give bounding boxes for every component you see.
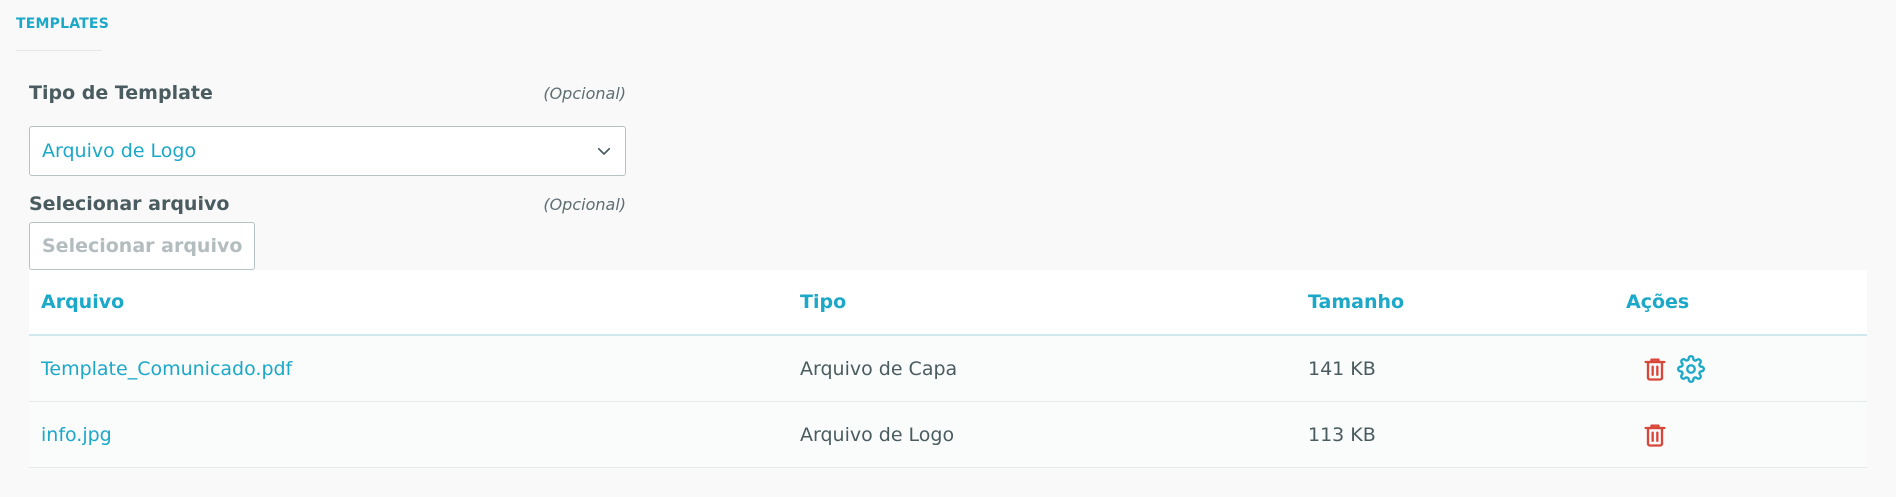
column-header-type[interactable]: Tipo (800, 291, 1308, 313)
table-header-row: Arquivo Tipo Tamanho Ações (29, 270, 1867, 336)
select-file-button[interactable]: Selecionar arquivo (29, 222, 256, 270)
file-select-optional: (Opcional) (543, 194, 626, 214)
row-actions (1626, 354, 1867, 384)
table-row: Template_Comunicado.pdf Arquivo de Capa … (29, 336, 1867, 402)
column-header-size[interactable]: Tamanho (1308, 291, 1626, 313)
templates-table: Arquivo Tipo Tamanho Ações Template_Comu… (29, 270, 1867, 468)
file-link[interactable]: Template_Comunicado.pdf (41, 358, 292, 380)
file-type: Arquivo de Logo (800, 423, 955, 446)
template-type-selected-value: Arquivo de Logo (42, 140, 197, 162)
table-row: info.jpg Arquivo de Logo 113 KB (29, 402, 1867, 468)
gear-icon[interactable] (1676, 354, 1706, 384)
column-header-file[interactable]: Arquivo (29, 291, 800, 313)
template-type-optional: (Opcional) (543, 83, 626, 103)
chevron-down-icon (597, 147, 611, 155)
template-type-field: Tipo de Template (Opcional) Arquivo de L… (29, 79, 626, 176)
file-size: 113 KB (1308, 423, 1376, 446)
row-actions (1626, 420, 1867, 450)
trash-icon[interactable] (1640, 420, 1670, 450)
file-link[interactable]: info.jpg (41, 424, 112, 446)
file-size: 141 KB (1308, 357, 1376, 380)
column-header-actions: Ações (1626, 291, 1690, 313)
template-type-select[interactable]: Arquivo de Logo (29, 126, 626, 176)
tab-templates[interactable]: TEMPLATES (16, 16, 109, 51)
file-type: Arquivo de Capa (800, 357, 958, 380)
template-type-label: Tipo de Template (29, 82, 213, 104)
trash-icon[interactable] (1640, 354, 1670, 384)
